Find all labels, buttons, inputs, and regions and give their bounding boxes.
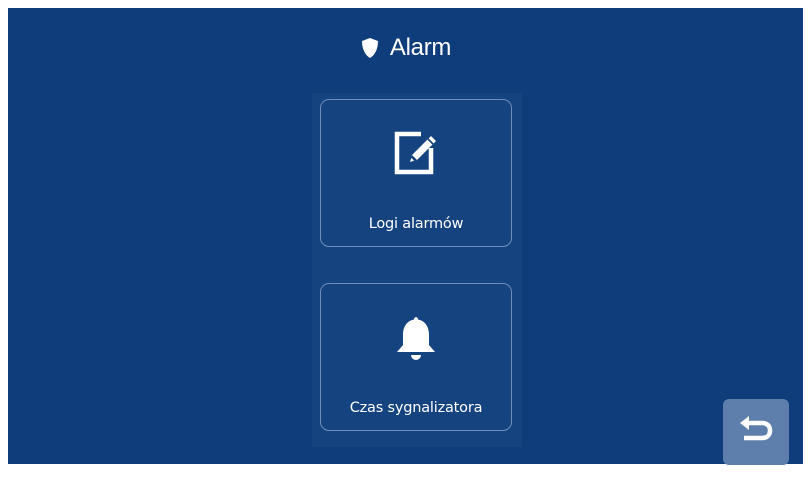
bell-icon bbox=[390, 312, 442, 369]
back-button[interactable] bbox=[723, 399, 789, 465]
menu-panel: Logi alarmów Czas sygnalizatora bbox=[312, 93, 522, 447]
alarm-screen: Alarm Logi alarmów Czas sygnalizatora bbox=[8, 8, 803, 465]
return-arrow-icon bbox=[736, 414, 776, 451]
page-title: Alarm bbox=[8, 34, 803, 62]
siren-time-label: Czas sygnalizatora bbox=[349, 400, 483, 416]
alarm-logs-label: Logi alarmów bbox=[368, 216, 464, 232]
siren-time-button[interactable]: Czas sygnalizatora bbox=[320, 283, 512, 431]
page-title-text: Alarm bbox=[389, 34, 452, 61]
shield-icon bbox=[360, 37, 380, 59]
alarm-logs-button[interactable]: Logi alarmów bbox=[320, 99, 512, 247]
edit-log-icon bbox=[391, 128, 441, 183]
